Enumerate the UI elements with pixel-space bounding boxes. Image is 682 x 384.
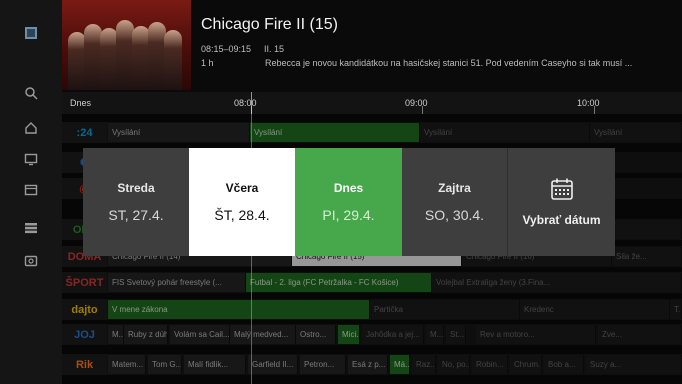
program-cell[interactable]: Matem... [108,355,146,374]
program-cell[interactable]: Partička [370,300,520,319]
channel-row: :24 Vysílání Vysílání Vysílání Vysílání [62,122,682,143]
date-option-zajtra[interactable]: Zajtra SO, 30.4. [402,148,508,256]
recordings-icon[interactable] [22,181,40,199]
program-cell[interactable]: Robin... [472,355,508,374]
program-time: 08:15–09:15 [201,44,252,54]
date-option-day: Včera [225,181,259,195]
channel-logo[interactable]: JOJ [62,324,107,345]
program-description: Rebecca je novou kandidátkou na hasičske… [265,58,633,68]
time-label: 10:00 [577,98,600,108]
date-option-streda[interactable]: Streda ST, 27.4. [83,148,189,256]
channel-row: dajtoV mene zákonaPartičkaKredencT... [62,299,682,320]
program-cell[interactable]: Volám sa Cail... [170,325,230,344]
program-cell[interactable]: M... [426,325,444,344]
pick-date-button[interactable]: Vybrať dátum [508,148,615,256]
date-option-date: SO, 30.4. [424,207,485,223]
program-cell[interactable]: Kredenc [520,300,670,319]
program-title: Chicago Fire II (15) [201,16,338,33]
channel-row: ŠPORT FIS Svetový pohár freestyle (... Fut… [62,272,682,293]
program-cell[interactable]: Futbal - 2. liga (FC Petržalka - FC Koši… [246,273,432,292]
program-cell[interactable]: Raz... [412,355,436,374]
tv-icon[interactable] [22,150,40,168]
program-cell[interactable]: Vysílání [420,123,590,142]
program-cell[interactable]: Suzy a... [586,355,682,374]
program-episode: II. 15 [264,44,285,54]
date-option-date: PI, 29.4. [322,207,375,223]
search-icon[interactable] [22,84,40,102]
home-icon[interactable] [22,119,40,137]
program-cell[interactable]: M... [108,325,124,344]
date-picker: Streda ST, 27.4. Včera ŠT, 28.4. Dnes PI… [83,148,615,256]
date-option-date: ŠT, 28.4. [214,207,270,223]
channel-logo[interactable]: Rik [62,354,107,375]
program-cell[interactable]: Garfield II... [248,355,298,374]
channel-logo[interactable]: :24 [62,122,107,143]
grid-icon[interactable] [22,219,40,237]
program-cell[interactable]: Malý medved... [230,325,296,344]
program-cell[interactable]: Esá z p... [348,355,388,374]
program-cell[interactable]: Zve... [598,325,682,344]
timeline-bar: Dnes 08:00 09:00 10:00 [62,92,682,114]
program-cell[interactable]: Rev a motoro... [476,325,596,344]
program-cell[interactable]: Chrum... [510,355,542,374]
date-option-dnes[interactable]: Dnes PI, 29.4. [295,148,402,256]
time-label: 08:00 [234,98,257,108]
calendar-icon [550,178,573,200]
channel-logo[interactable]: dajto [62,299,107,320]
program-cell[interactable]: Volejbal Extraliga ženy (3.Fina... [432,273,682,292]
program-cell[interactable]: Mici... [338,325,360,344]
program-cell[interactable]: Vysílání [590,123,682,142]
channel-row: Rik Matem... Tom G... Malí fidlik... Garfiel… [62,354,682,375]
program-cell[interactable]: Vysílání [108,123,250,142]
program-cell[interactable]: Sila že... [612,247,682,266]
program-duration: 1 h [201,58,214,68]
app-icon[interactable] [22,24,40,42]
channel-row: JOJM...Ruby z dúhy (...Volám sa Cail...M… [62,324,682,345]
time-tick [594,106,595,114]
program-cell[interactable]: Vysílání [250,123,420,142]
sidebar [0,0,62,384]
program-cell[interactable]: FIS Svetový pohár freestyle (... [108,273,246,292]
date-option-day: Dnes [333,181,364,195]
program-cell[interactable]: Malí fidlik... [184,355,246,374]
program-cell[interactable]: Ostro... [296,325,336,344]
program-cell[interactable]: Má... [390,355,410,374]
pick-date-label: Vybrať dátum [522,213,601,227]
program-cell[interactable]: No, po... [438,355,470,374]
program-cell[interactable]: Jahôdka a jej... [362,325,424,344]
program-cell[interactable]: T... [670,300,682,319]
program-cell[interactable]: St... [446,325,466,344]
today-label: Dnes [70,98,92,108]
program-thumbnail [62,0,191,90]
time-label: 09:00 [405,98,428,108]
program-cell[interactable]: Petron... [300,355,346,374]
date-option-day: Streda [117,181,155,195]
date-option-date: ST, 27.4. [108,207,164,223]
channel-logo[interactable]: ŠPORT [62,272,107,293]
program-cell[interactable]: Ruby z dúhy (... [124,325,168,344]
program-cell[interactable]: Bob a... [544,355,584,374]
date-option-day: Zajtra [438,181,471,195]
time-tick [422,106,423,114]
program-cell[interactable]: V mene zákona [108,300,370,319]
date-option-vcera[interactable]: Včera ŠT, 28.4. [189,148,295,256]
program-cell[interactable]: Tom G... [148,355,182,374]
settings-icon[interactable] [22,252,40,270]
